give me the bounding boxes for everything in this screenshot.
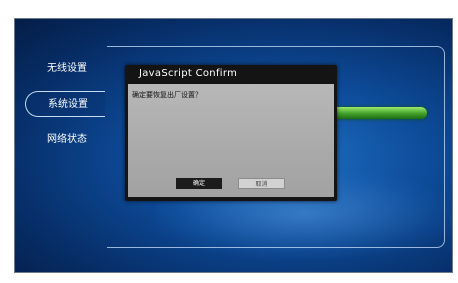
sidebar-item-network-status[interactable]: 网络状态 bbox=[25, 127, 105, 153]
cancel-button[interactable]: 取消 bbox=[238, 178, 285, 189]
sidebar-item-label: 无线设置 bbox=[47, 63, 87, 74]
dialog-body: 确定要恢复出厂设置？ 确定 取消 bbox=[128, 84, 334, 197]
ok-button[interactable]: 确定 bbox=[176, 178, 222, 189]
dialog-title: JavaScript Confirm bbox=[139, 68, 238, 79]
sidebar-item-wireless-settings[interactable]: 无线设置 bbox=[25, 56, 105, 82]
sidebar-item-system-settings[interactable]: 系统设置 bbox=[25, 91, 105, 117]
sidebar-item-label: 网络状态 bbox=[47, 134, 87, 145]
dialog-message: 确定要恢复出厂设置？ bbox=[132, 91, 202, 99]
confirm-dialog: JavaScript Confirm 确定要恢复出厂设置？ 确定 取消 bbox=[125, 65, 337, 201]
screen-frame: 无线设置 系统设置 网络状态 JavaScript Confirm 确定要恢复出… bbox=[14, 18, 453, 273]
sidebar-item-label: 系统设置 bbox=[48, 99, 88, 110]
